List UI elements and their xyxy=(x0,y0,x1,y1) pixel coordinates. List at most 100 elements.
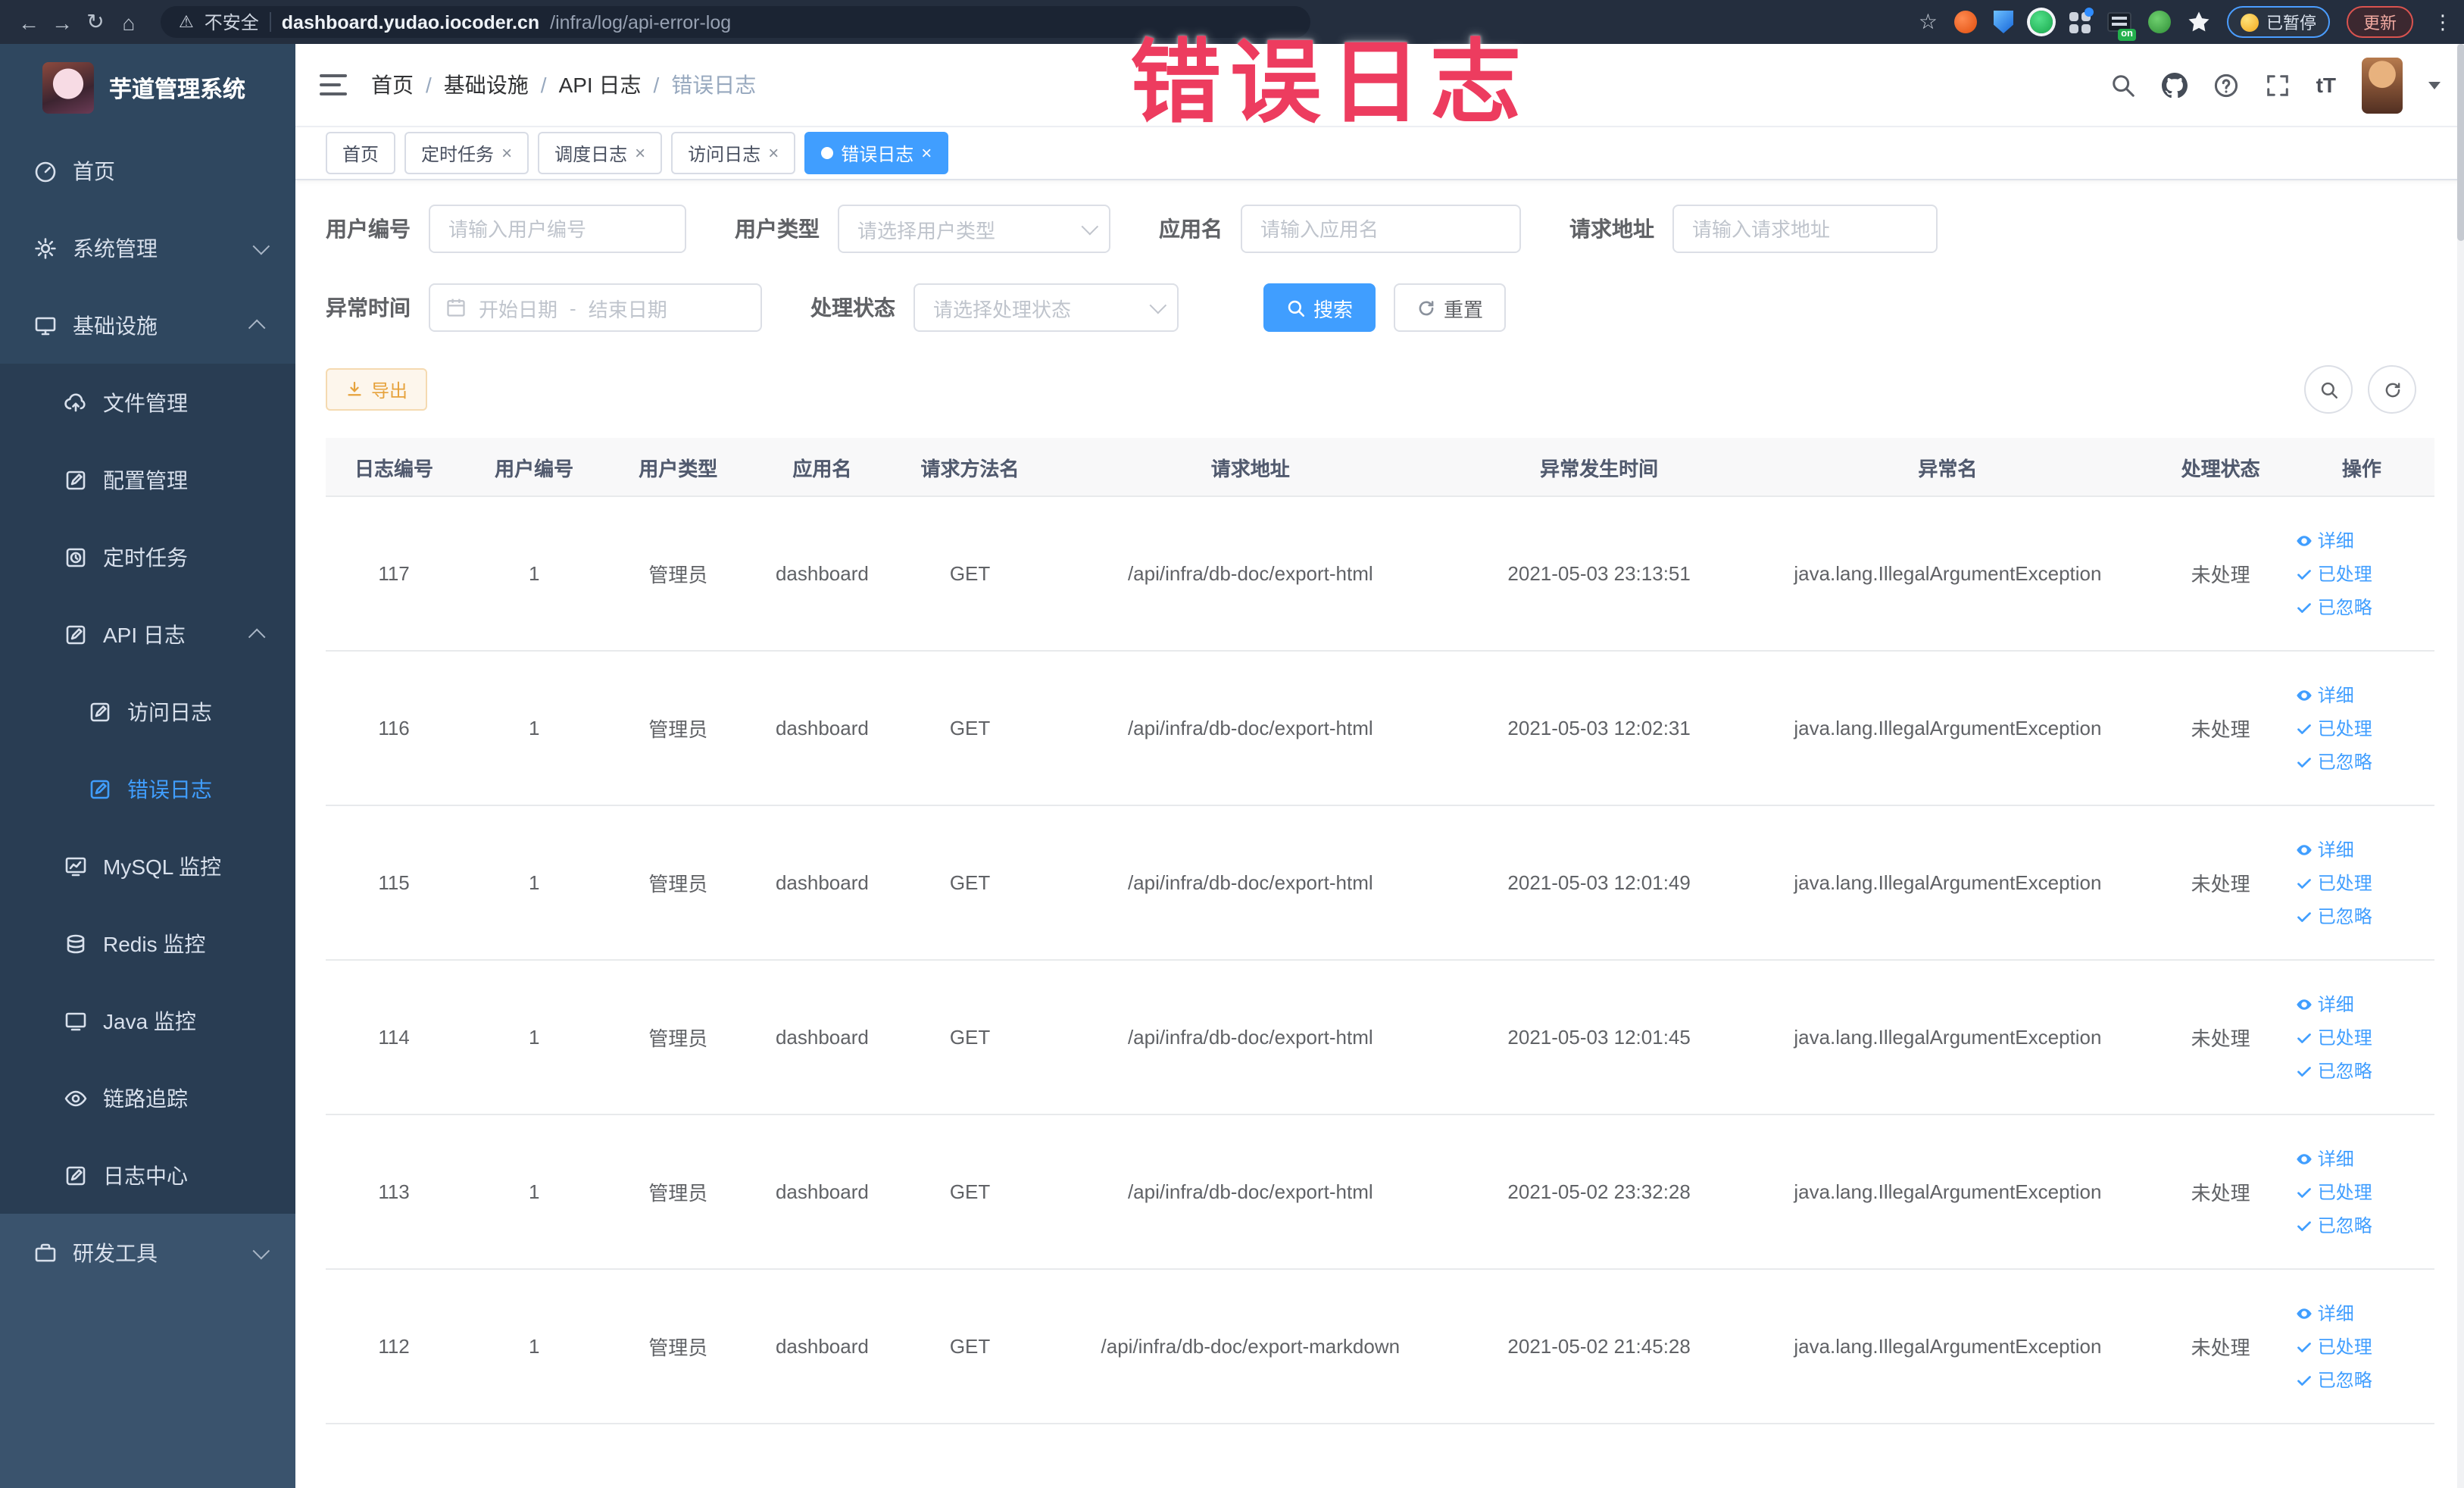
col-log-id: 日志编号 xyxy=(326,438,463,497)
cell-log-id: 117 xyxy=(326,496,463,652)
browser-menu-icon[interactable]: ⋮ xyxy=(2433,10,2453,34)
adblock-extension-icon[interactable] xyxy=(1954,11,1977,33)
mark-processed-action[interactable]: 已处理 xyxy=(2295,715,2428,741)
search-icon[interactable] xyxy=(2110,72,2136,98)
user-id-input[interactable] xyxy=(429,205,686,253)
close-icon[interactable]: × xyxy=(635,142,645,164)
sidebar-item-mysql-monitor[interactable]: MySQL 监控 xyxy=(0,827,295,905)
shield-extension-icon[interactable] xyxy=(1994,11,2013,33)
mark-processed-action[interactable]: 已处理 xyxy=(2295,1024,2428,1050)
search-button[interactable]: 搜索 xyxy=(1263,283,1376,332)
mark-ignored-action[interactable]: 已忽略 xyxy=(2295,1367,2428,1393)
date-range-input[interactable]: 开始日期 - 结束日期 xyxy=(429,283,762,332)
sidebar-item-dev-tools[interactable]: 研发工具 xyxy=(0,1214,295,1291)
sidebar-item-java-monitor[interactable]: Java 监控 xyxy=(0,982,295,1059)
sidebar-item-label: MySQL 监控 xyxy=(103,854,222,878)
mark-processed-action[interactable]: 已处理 xyxy=(2295,1333,2428,1359)
tab-schedule-log[interactable]: 调度日志 × xyxy=(538,132,663,174)
cell-status: 未处理 xyxy=(2152,805,2289,961)
mark-ignored-action[interactable]: 已忽略 xyxy=(2295,903,2428,929)
sidebar-item-file-management[interactable]: 文件管理 xyxy=(0,364,295,441)
toggle-search-button[interactable] xyxy=(2304,365,2353,414)
github-icon[interactable] xyxy=(2161,72,2188,98)
app-logo-row[interactable]: 芋道管理系统 xyxy=(0,44,295,132)
breadcrumb-infrastructure[interactable]: 基础设施 xyxy=(444,70,529,100)
avatar-caret-icon[interactable] xyxy=(2428,81,2441,89)
sidebar-item-tracing[interactable]: 链路追踪 xyxy=(0,1059,295,1136)
action-label: 已忽略 xyxy=(2317,906,2372,927)
detail-action[interactable]: 详细 xyxy=(2295,1146,2428,1171)
browser-update-button[interactable]: 更新 xyxy=(2347,6,2413,38)
mark-processed-action[interactable]: 已处理 xyxy=(2295,870,2428,896)
help-icon[interactable] xyxy=(2213,72,2239,98)
mark-processed-action[interactable]: 已处理 xyxy=(2295,561,2428,586)
sidebar-item-config-management[interactable]: 配置管理 xyxy=(0,441,295,518)
tab-access-log[interactable]: 访问日志 × xyxy=(671,132,796,174)
tab-error-log[interactable]: 错误日志 × xyxy=(804,132,949,174)
cell-app-name: dashboard xyxy=(750,496,895,652)
avatar[interactable] xyxy=(2362,57,2403,113)
close-icon[interactable]: × xyxy=(501,142,512,164)
mark-processed-action[interactable]: 已处理 xyxy=(2295,1179,2428,1205)
breadcrumb-home[interactable]: 首页 xyxy=(371,70,414,100)
address-bar[interactable]: ⚠ 不安全 dashboard.yudao.iocoder.cn/infra/l… xyxy=(161,6,1310,38)
sidebar-item-home[interactable]: 首页 xyxy=(0,132,295,209)
detail-action[interactable]: 详细 xyxy=(2295,527,2428,553)
filter-process-status: 处理状态 请选择处理状态 xyxy=(810,283,1179,332)
detail-action[interactable]: 详细 xyxy=(2295,682,2428,708)
detail-action[interactable]: 详细 xyxy=(2295,1300,2428,1326)
green-check-extension-icon[interactable] xyxy=(2030,11,2053,33)
breadcrumb: 首页 / 基础设施 / API 日志 / 错误日志 xyxy=(371,70,756,100)
search-icon xyxy=(1288,299,1305,317)
grid-extension-icon[interactable] xyxy=(2069,7,2094,20)
paused-profile-pill[interactable]: 已暂停 xyxy=(2227,6,2330,38)
mark-ignored-action[interactable]: 已忽略 xyxy=(2295,594,2428,620)
sidebar-item-log-center[interactable]: 日志中心 xyxy=(0,1136,295,1214)
scrollbar-thumb[interactable] xyxy=(2457,44,2464,241)
mark-ignored-action[interactable]: 已忽略 xyxy=(2295,1058,2428,1083)
star-extension-icon[interactable] xyxy=(2188,11,2210,33)
close-icon[interactable]: × xyxy=(921,142,932,164)
close-icon[interactable]: × xyxy=(768,142,779,164)
sidebar-item-api-log[interactable]: API 日志 xyxy=(0,596,295,673)
fullscreen-icon[interactable] xyxy=(2265,72,2291,98)
page-scrollbar[interactable] xyxy=(2457,44,2464,1488)
sidebar-item-system[interactable]: 系统管理 xyxy=(0,209,295,286)
sidebar-item-redis-monitor[interactable]: Redis 监控 xyxy=(0,905,295,982)
sidebar-item-infrastructure[interactable]: 基础设施 xyxy=(0,286,295,364)
timer-icon xyxy=(64,545,88,569)
hamburger-icon[interactable] xyxy=(320,74,347,95)
app-name-input[interactable] xyxy=(1241,205,1521,253)
cell-user-id: 1 xyxy=(462,1269,607,1424)
tabs-bar: 首页 定时任务 × 调度日志 × 访问日志 × 错误日志 × xyxy=(295,127,2464,180)
tab-home[interactable]: 首页 xyxy=(326,132,396,174)
font-size-icon[interactable]: tT xyxy=(2316,73,2336,97)
user-type-select[interactable]: 请选择用户类型 xyxy=(838,205,1110,253)
switch-extension-icon[interactable]: on xyxy=(2107,12,2136,41)
export-button[interactable]: 导出 xyxy=(326,368,428,411)
tab-scheduled-tasks[interactable]: 定时任务 × xyxy=(404,132,529,174)
sidebar-item-error-log[interactable]: 错误日志 xyxy=(0,750,295,827)
refresh-table-button[interactable] xyxy=(2368,365,2416,414)
main-panel: 首页 / 基础设施 / API 日志 / 错误日志 tT 首页 定时任务 × 调… xyxy=(295,44,2464,1488)
request-url-input[interactable] xyxy=(1672,205,1938,253)
security-label[interactable]: 不安全 xyxy=(205,9,259,35)
detail-action[interactable]: 详细 xyxy=(2295,991,2428,1017)
breadcrumb-api-log[interactable]: API 日志 xyxy=(559,70,642,100)
url-divider xyxy=(269,12,271,32)
edit-icon xyxy=(64,622,88,646)
mark-ignored-action[interactable]: 已忽略 xyxy=(2295,749,2428,774)
process-status-select[interactable]: 请选择处理状态 xyxy=(913,283,1179,332)
browser-forward-icon[interactable]: → xyxy=(45,10,79,34)
leaf-extension-icon[interactable] xyxy=(2148,11,2171,33)
sidebar-item-access-log[interactable]: 访问日志 xyxy=(0,673,295,750)
browser-home-icon[interactable]: ⌂ xyxy=(112,10,145,34)
bookmark-star-icon[interactable]: ☆ xyxy=(1919,9,1938,35)
cell-app-name: dashboard xyxy=(750,805,895,961)
browser-back-icon[interactable]: ← xyxy=(12,10,45,34)
browser-reload-icon[interactable]: ↻ xyxy=(79,9,112,35)
mark-ignored-action[interactable]: 已忽略 xyxy=(2295,1212,2428,1238)
sidebar-item-scheduled-tasks[interactable]: 定时任务 xyxy=(0,518,295,596)
reset-button[interactable]: 重置 xyxy=(1394,283,1507,332)
detail-action[interactable]: 详细 xyxy=(2295,836,2428,862)
